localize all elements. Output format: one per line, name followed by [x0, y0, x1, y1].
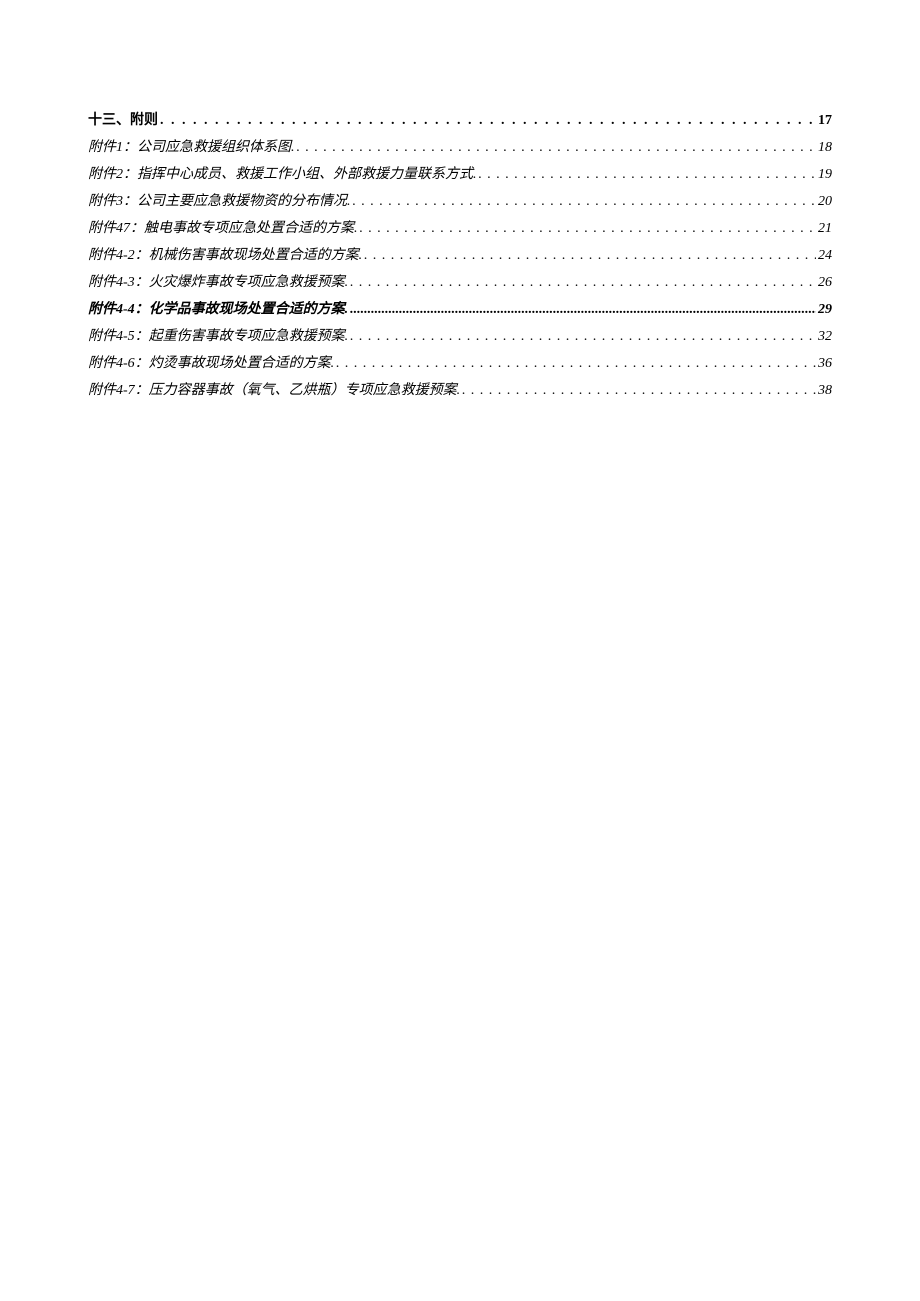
- toc-entry: 附件4-4：化学品事故现场处置合适的方案. 29: [88, 299, 832, 320]
- toc-leader-dots: [297, 137, 817, 158]
- toc-entry: 附件4-5：起重伤害事故专项应急救援预案. 32: [88, 326, 832, 347]
- toc-page-number: 38: [818, 380, 832, 401]
- toc-label: 附件2：指挥中心成员、救援工作小组、外部救援力量联系方式.: [88, 164, 477, 185]
- toc-page-number: 36: [818, 353, 832, 374]
- toc-label: 十三、附则: [88, 110, 158, 131]
- toc-leader-dots: [350, 299, 816, 320]
- toc-entry: 附件4-7：压力容器事故（氧气、乙烘瓶）专项应急救援预案. 38: [88, 380, 832, 401]
- toc-page-number: 24: [818, 245, 832, 266]
- toc-page-number: 29: [818, 299, 832, 320]
- toc-entry: 附件47：触电事故专项应急处置合适的方案. 21: [88, 218, 832, 239]
- toc-leader-dots: [353, 191, 817, 212]
- toc-entry: 附件2：指挥中心成员、救援工作小组、外部救援力量联系方式. 19: [88, 164, 832, 185]
- toc-leader-dots: [350, 272, 816, 293]
- table-of-contents: 十三、附则 17 附件1：公司应急救援组织体系图. 18 附件2：指挥中心成员、…: [88, 110, 832, 401]
- toc-entry: 附件3：公司主要应急救援物资的分布情况. 20: [88, 191, 832, 212]
- toc-page-number: 32: [818, 326, 832, 347]
- toc-page-number: 20: [818, 191, 832, 212]
- toc-entry: 十三、附则 17: [88, 110, 832, 131]
- toc-label: 附件3：公司主要应急救援物资的分布情况.: [88, 191, 351, 212]
- toc-label: 附件1：公司应急救援组织体系图.: [88, 137, 295, 158]
- toc-page-number: 21: [818, 218, 832, 239]
- toc-label: 附件4-6：灼烫事故现场处置合适的方案.: [88, 353, 334, 374]
- toc-page-number: 26: [818, 272, 832, 293]
- toc-label: 附件4-2：机械伤害事故现场处置合适的方案.: [88, 245, 362, 266]
- toc-entry: 附件4-6：灼烫事故现场处置合适的方案. 36: [88, 353, 832, 374]
- toc-leader-dots: [160, 110, 816, 131]
- toc-leader-dots: [479, 164, 817, 185]
- toc-leader-dots: [336, 353, 816, 374]
- toc-page-number: 18: [818, 137, 832, 158]
- toc-page-number: 19: [818, 164, 832, 185]
- toc-page-number: 17: [818, 110, 832, 131]
- toc-entry: 附件4-2：机械伤害事故现场处置合适的方案. 24: [88, 245, 832, 266]
- toc-leader-dots: [364, 245, 816, 266]
- toc-label: 附件4-3：火灾爆炸事故专项应急救援预案.: [88, 272, 348, 293]
- toc-entry: 附件1：公司应急救援组织体系图. 18: [88, 137, 832, 158]
- toc-entry: 附件4-3：火灾爆炸事故专项应急救援预案. 26: [88, 272, 832, 293]
- toc-label: 附件4-5：起重伤害事故专项应急救援预案.: [88, 326, 348, 347]
- toc-leader-dots: [350, 326, 816, 347]
- toc-label: 附件4-4：化学品事故现场处置合适的方案.: [88, 299, 348, 320]
- toc-label: 附件47：触电事故专项应急处置合适的方案.: [88, 218, 358, 239]
- toc-label: 附件4-7：压力容器事故（氧气、乙烘瓶）专项应急救援预案.: [88, 380, 460, 401]
- toc-leader-dots: [462, 380, 816, 401]
- toc-leader-dots: [360, 218, 817, 239]
